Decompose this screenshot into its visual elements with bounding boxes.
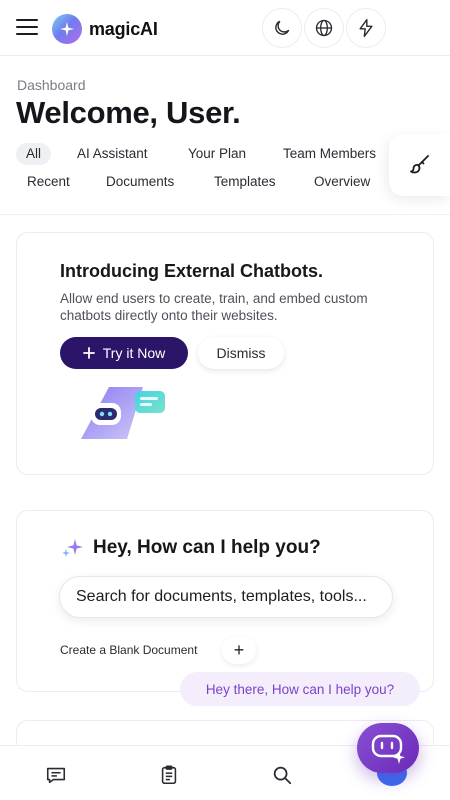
dismiss-button[interactable]: Dismiss (198, 337, 284, 369)
filter-team-members[interactable]: Team Members (283, 143, 376, 165)
dark-mode-button[interactable] (262, 8, 302, 48)
brush-icon (409, 155, 429, 174)
filter-templates[interactable]: Templates (214, 171, 276, 193)
promo-card: Introducing External Chatbots. Allow end… (16, 232, 434, 475)
search-box (59, 576, 393, 618)
language-button[interactable] (304, 8, 344, 48)
create-blank-document-label[interactable]: Create a Blank Document (60, 643, 197, 657)
filter-your-plan[interactable]: Your Plan (188, 143, 246, 165)
clipboard-icon (161, 765, 177, 785)
sparkle-icon (62, 539, 83, 557)
assistant-title: Hey, How can I help you? (93, 537, 321, 558)
promo-text: Allow end users to create, train, and em… (60, 291, 368, 323)
magic-logo-icon (52, 14, 82, 44)
search-input[interactable] (60, 577, 392, 617)
top-bar: magicAI (0, 0, 450, 56)
bottom-nav-documents[interactable] (157, 763, 181, 787)
customize-button[interactable] (389, 134, 450, 196)
try-it-now-button[interactable]: Try it Now (60, 337, 188, 369)
globe-icon (315, 19, 333, 37)
filter-all[interactable]: All (16, 143, 52, 165)
divider (0, 214, 450, 215)
chatbot-illustration (81, 387, 165, 439)
bottom-nav-chat[interactable] (44, 763, 68, 787)
moon-icon (275, 20, 290, 35)
chat-greeting-bubble[interactable]: Hey there, How can I help you? (180, 672, 420, 706)
plus-icon (82, 347, 95, 359)
promo-title: Introducing External Chatbots. (60, 261, 324, 281)
filter-documents[interactable]: Documents (106, 171, 174, 193)
filter-recent[interactable]: Recent (27, 171, 70, 193)
page-title: Welcome, User. (16, 95, 241, 130)
filter-overview[interactable]: Overview (314, 171, 370, 193)
chat-icon (46, 767, 66, 784)
filter-ai-assistant[interactable]: AI Assistant (77, 143, 148, 165)
assistant-card: Hey, How can I help you? Create a Blank … (16, 510, 434, 692)
upgrade-button[interactable] (346, 8, 386, 48)
logo[interactable]: magicAI (52, 14, 158, 44)
robot-icon (371, 734, 405, 764)
breadcrumb: Dashboard (17, 77, 86, 93)
lightning-icon (359, 18, 373, 38)
create-blank-document-button[interactable]: + (222, 636, 256, 664)
bottom-nav-search[interactable] (270, 763, 294, 787)
search-icon (273, 766, 292, 785)
app-name: magicAI (89, 18, 158, 39)
try-it-now-label: Try it Now (102, 345, 166, 361)
menu-icon[interactable] (15, 16, 39, 38)
chatbot-fab[interactable] (357, 723, 419, 773)
